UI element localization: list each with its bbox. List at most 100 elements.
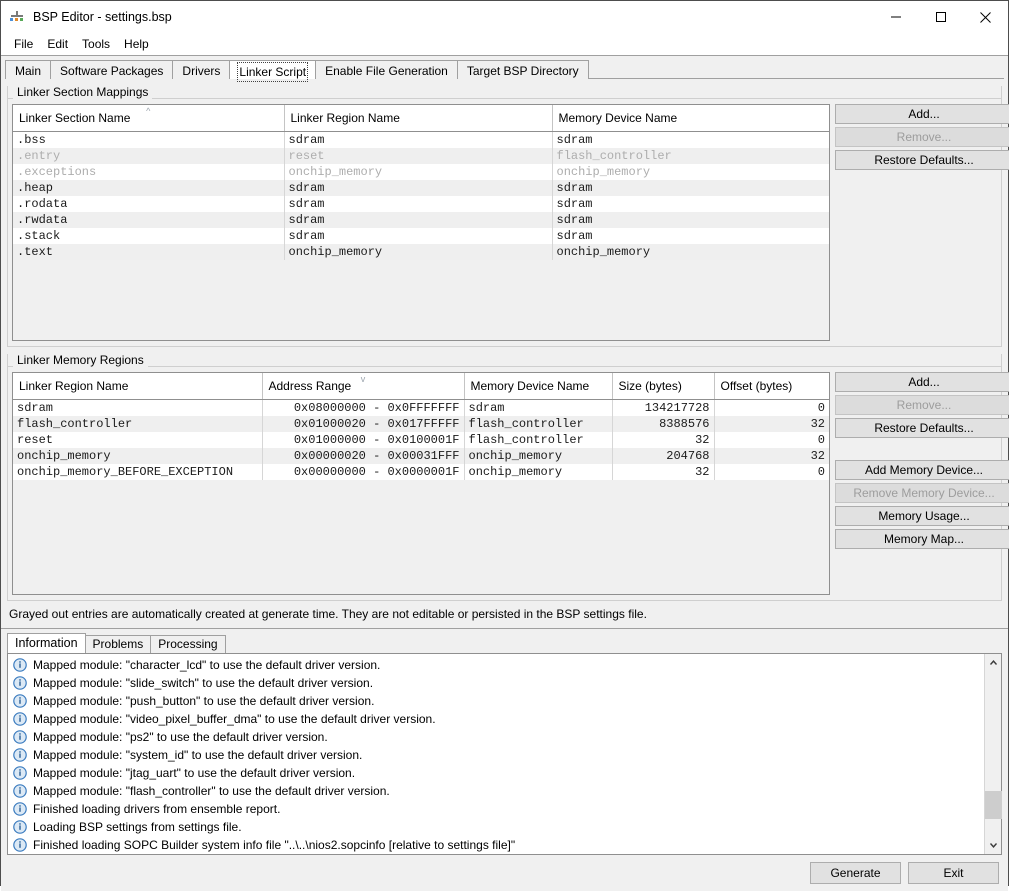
scrollbar-track[interactable] [984, 671, 1002, 837]
generate-button[interactable]: Generate [810, 862, 901, 884]
col-linker-section-name[interactable]: ^ Linker Section Name [13, 105, 285, 132]
region-remove-button: Remove... [835, 395, 1009, 415]
log-message: Loading BSP settings from settings file. [33, 820, 242, 834]
tab-software-packages[interactable]: Software Packages [50, 60, 174, 79]
tab-processing[interactable]: Processing [150, 635, 226, 653]
cell-region-name: reset [284, 147, 553, 164]
cell-device-name: sdram [552, 211, 829, 228]
log-vertical-scrollbar[interactable] [984, 654, 1002, 854]
exit-button[interactable]: Exit [908, 862, 999, 884]
cell-size: 8388576 [612, 415, 715, 432]
tab-linker-script[interactable]: Linker Script [229, 60, 317, 82]
tab-problems[interactable]: Problems [84, 635, 152, 653]
tab-main[interactable]: Main [5, 60, 52, 79]
col-region-name[interactable]: Linker Region Name [13, 373, 263, 400]
table-row[interactable]: .rodata sdram sdram [13, 195, 829, 212]
memory-regions-rows: sdram 0x08000000 - 0x0FFFFFFF sdram 1342… [13, 399, 829, 594]
cell-device-name: sdram [552, 227, 829, 244]
tab-target-bsp-directory[interactable]: Target BSP Directory [456, 60, 589, 79]
menu-help[interactable]: Help [117, 35, 156, 53]
table-row[interactable]: .rwdata sdram sdram [13, 211, 829, 228]
list-item[interactable]: Mapped module: "character_lcd" to use th… [8, 656, 984, 674]
cell-address-range: 0x08000000 - 0x0FFFFFFF [262, 399, 465, 416]
list-item[interactable]: Mapped module: "video_pixel_buffer_dma" … [8, 710, 984, 728]
col-linker-region-name[interactable]: Linker Region Name [284, 105, 553, 132]
cell-section-name: .exceptions [13, 163, 285, 180]
list-item[interactable]: Mapped module: "system_id" to use the de… [8, 746, 984, 764]
scrollbar-thumb[interactable] [984, 790, 1002, 819]
table-row[interactable]: .bss sdram sdram [13, 131, 829, 148]
cell-section-name: .rwdata [13, 211, 285, 228]
col-region-name-label: Linker Region Name [19, 378, 129, 393]
memory-usage-button[interactable]: Memory Usage... [835, 506, 1009, 526]
cell-size: 204768 [612, 447, 715, 464]
cell-size: 134217728 [612, 399, 715, 416]
region-add-button[interactable]: Add... [835, 372, 1009, 392]
table-row[interactable]: flash_controller 0x01000020 - 0x017FFFFF… [13, 415, 829, 432]
information-log: Mapped module: "character_lcd" to use th… [7, 653, 1002, 855]
col-offset-bytes[interactable]: Offset (bytes) [714, 373, 829, 400]
memory-map-button[interactable]: Memory Map... [835, 529, 1009, 549]
section-mappings-table: ^ Linker Section Name Linker Region Name… [13, 105, 829, 340]
list-item[interactable]: Loading BSP settings from settings file. [8, 818, 984, 836]
list-item[interactable]: Mapped module: "ps2" to use the default … [8, 728, 984, 746]
table-row[interactable]: sdram 0x08000000 - 0x0FFFFFFF sdram 1342… [13, 399, 829, 416]
maximize-icon[interactable] [918, 1, 963, 33]
table-empty-space [13, 259, 829, 340]
menu-edit[interactable]: Edit [40, 35, 75, 53]
log-message: Mapped module: "video_pixel_buffer_dma" … [33, 712, 436, 726]
linker-memory-regions-body: Linker Region Name v Address Range Memor… [8, 367, 1009, 600]
menu-file[interactable]: File [7, 35, 40, 53]
window-controls [873, 1, 1008, 33]
table-row[interactable]: onchip_memory 0x00000020 - 0x00031FFF on… [13, 447, 829, 464]
chevron-up-icon[interactable] [985, 654, 1002, 671]
list-item[interactable]: Finished loading SOPC Builder system inf… [8, 836, 984, 854]
col-memory-device-name[interactable]: Memory Device Name [464, 373, 613, 400]
tab-enable-file-generation[interactable]: Enable File Generation [315, 60, 458, 79]
add-memory-device-button[interactable]: Add Memory Device... [835, 460, 1009, 480]
log-message: Mapped module: "push_button" to use the … [33, 694, 375, 708]
table-row[interactable]: .heap sdram sdram [13, 179, 829, 196]
col-memory-device-name[interactable]: Memory Device Name [552, 105, 829, 132]
chevron-down-icon[interactable] [985, 837, 1002, 854]
table-row[interactable]: onchip_memory_BEFORE_EXCEPTION 0x0000000… [13, 463, 829, 480]
tab-main-label: Main [15, 64, 42, 78]
section-restore-defaults-button[interactable]: Restore Defaults... [835, 150, 1009, 170]
cell-address-range: 0x00000000 - 0x0000001F [262, 463, 465, 480]
list-item[interactable]: Mapped module: "flash_controller" to use… [8, 782, 984, 800]
list-item[interactable]: Mapped module: "jtag_uart" to use the de… [8, 764, 984, 782]
tab-drivers[interactable]: Drivers [172, 60, 231, 79]
menu-tools[interactable]: Tools [75, 35, 117, 53]
memory-regions-table-container[interactable]: Linker Region Name v Address Range Memor… [12, 372, 830, 595]
minimize-icon[interactable] [873, 1, 918, 33]
cell-device-name: sdram [464, 399, 613, 416]
table-row[interactable]: reset 0x01000000 - 0x0100001F flash_cont… [13, 431, 829, 448]
cell-section-name: .entry [13, 147, 285, 164]
table-row[interactable]: .entry reset flash_controller [13, 147, 829, 164]
log-message: Mapped module: "ps2" to use the default … [33, 730, 328, 744]
list-item[interactable]: Finished loading drivers from ensemble r… [8, 800, 984, 818]
bsp-editor-window: BSP Editor - settings.bsp File Edit Tool… [0, 0, 1009, 891]
col-size-bytes[interactable]: Size (bytes) [612, 373, 715, 400]
table-row[interactable]: .stack sdram sdram [13, 227, 829, 244]
linker-memory-regions-header: Linker Memory Regions [8, 353, 1001, 367]
close-icon[interactable] [963, 1, 1008, 33]
section-add-button[interactable]: Add... [835, 104, 1009, 124]
info-icon [13, 784, 27, 798]
linker-script-pane: Linker Section Mappings ^ Linker Section… [1, 79, 1009, 891]
region-restore-defaults-button[interactable]: Restore Defaults... [835, 418, 1009, 438]
col-memory-device-name-label: Memory Device Name [470, 378, 590, 393]
info-icon [13, 748, 27, 762]
cell-region-name: sdram [284, 195, 553, 212]
col-address-range[interactable]: v Address Range [262, 373, 465, 400]
cell-region-name: reset [13, 431, 263, 448]
table-row[interactable]: .text onchip_memory onchip_memory [13, 243, 829, 260]
cell-region-name: sdram [284, 211, 553, 228]
tab-information[interactable]: Information [7, 633, 86, 653]
table-row[interactable]: .exceptions onchip_memory onchip_memory [13, 163, 829, 180]
cell-address-range: 0x01000000 - 0x0100001F [262, 431, 465, 448]
section-mappings-table-container[interactable]: ^ Linker Section Name Linker Region Name… [12, 104, 830, 341]
list-item[interactable]: Mapped module: "push_button" to use the … [8, 692, 984, 710]
list-item[interactable]: Mapped module: "slide_switch" to use the… [8, 674, 984, 692]
cell-section-name: .bss [13, 131, 285, 148]
